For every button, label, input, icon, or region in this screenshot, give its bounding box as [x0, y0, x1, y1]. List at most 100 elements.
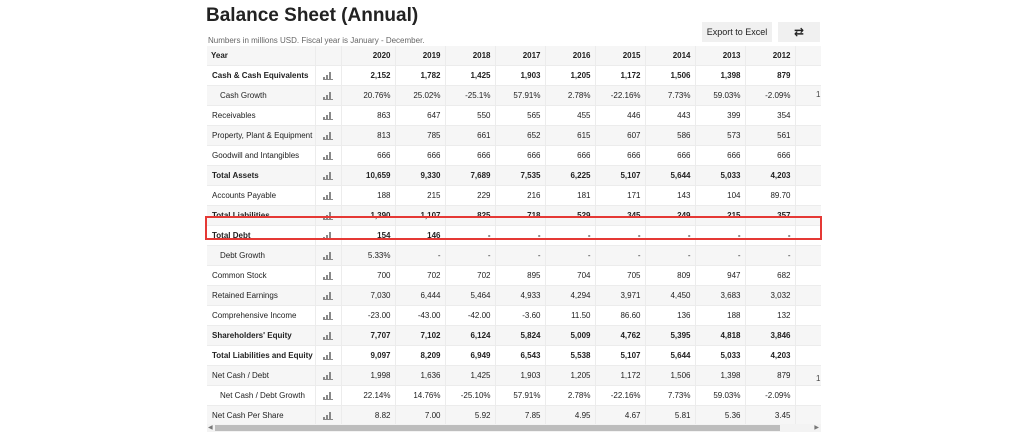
scroll-right-icon[interactable]: ▶: [814, 424, 819, 432]
table-cell: 22.14%: [341, 385, 396, 406]
chart-button[interactable]: [315, 325, 342, 346]
table-cell: 4,762: [595, 325, 646, 346]
table-cell: -: [745, 245, 796, 266]
table-cell: 4.67: [595, 405, 646, 426]
bar-chart-icon[interactable]: [323, 71, 333, 80]
chart-button[interactable]: [315, 405, 342, 426]
table-cell: 666: [645, 145, 696, 166]
total-debt-highlight-box: [205, 216, 822, 240]
bar-chart-icon[interactable]: [323, 131, 333, 140]
table-cell: -: [645, 245, 696, 266]
table-cell: 809: [645, 265, 696, 286]
bar-chart-icon[interactable]: [323, 391, 333, 400]
bar-chart-icon[interactable]: [323, 351, 333, 360]
chart-button[interactable]: [315, 145, 342, 166]
table-cell: 4,450: [645, 285, 696, 306]
year-2020-header[interactable]: 2020: [341, 46, 396, 66]
table-cell: 7.00: [395, 405, 446, 426]
chart-button[interactable]: [315, 345, 342, 366]
table-cell: 9,097: [341, 345, 396, 366]
table-cell: -: [695, 245, 746, 266]
table-cell: 1,636: [395, 365, 446, 386]
chart-button[interactable]: [315, 165, 342, 186]
table-cell: 879: [745, 365, 796, 386]
row-label: Total Liabilities and Equity: [207, 345, 316, 366]
swap-view-button[interactable]: ⇄: [778, 22, 820, 42]
bar-chart-icon[interactable]: [323, 271, 333, 280]
scrollbar-thumb[interactable]: [215, 425, 780, 431]
table-cell: 879: [745, 65, 796, 86]
table-cell: 1,903: [495, 65, 546, 86]
overflow-cell: [795, 405, 821, 426]
horizontal-scrollbar[interactable]: ◀ ▶: [207, 424, 821, 432]
chart-button[interactable]: [315, 305, 342, 326]
chart-button[interactable]: [315, 285, 342, 306]
table-cell: 666: [545, 145, 596, 166]
table-row: Property, Plant & Equipment 813 785 661 652 6…: [207, 125, 821, 146]
table-cell: 6,949: [445, 345, 496, 366]
table-row: Shareholders' Equity 7,707 7,102 6,124 5,824…: [207, 325, 821, 346]
chart-button[interactable]: [315, 365, 342, 386]
icon-column-header: [315, 46, 342, 66]
table-cell: 1,506: [645, 65, 696, 86]
table-cell: 666: [745, 145, 796, 166]
bar-chart-icon[interactable]: [323, 171, 333, 180]
bar-chart-icon[interactable]: [323, 191, 333, 200]
year-2018-header[interactable]: 2018: [445, 46, 496, 66]
year-2017-header[interactable]: 2017: [495, 46, 546, 66]
chart-button[interactable]: [315, 185, 342, 206]
table-cell: 9,330: [395, 165, 446, 186]
table-cell: 14.76%: [395, 385, 446, 406]
year-2015-header[interactable]: 2015: [595, 46, 646, 66]
bar-chart-icon[interactable]: [323, 111, 333, 120]
table-cell: 59.03%: [695, 85, 746, 106]
table-cell: 3,846: [745, 325, 796, 346]
bar-chart-icon[interactable]: [323, 291, 333, 300]
table-cell: 6,444: [395, 285, 446, 306]
table-row: Total Assets 10,659 9,330 7,689 7,535 6,225 5,…: [207, 165, 821, 186]
table-cell: 704: [545, 265, 596, 286]
table-cell: 57.91%: [495, 85, 546, 106]
row-label: Comprehensive Income: [207, 305, 316, 326]
table-cell: 8.82: [341, 405, 396, 426]
table-cell: 5,107: [595, 165, 646, 186]
chart-button[interactable]: [315, 105, 342, 126]
bar-chart-icon[interactable]: [323, 371, 333, 380]
table-cell: 705: [595, 265, 646, 286]
table-cell: 5,009: [545, 325, 596, 346]
chart-button[interactable]: [315, 85, 342, 106]
export-to-excel-button[interactable]: Export to Excel: [702, 22, 772, 42]
chart-button[interactable]: [315, 265, 342, 286]
bar-chart-icon[interactable]: [323, 311, 333, 320]
table-cell: 615: [545, 125, 596, 146]
chart-button[interactable]: [315, 65, 342, 86]
chart-button[interactable]: [315, 125, 342, 146]
table-cell: 4.95: [545, 405, 596, 426]
overflow-cell: [795, 125, 821, 146]
table-cell: 5,033: [695, 165, 746, 186]
table-row: Accounts Payable 188 215 229 216 181 171 143 104…: [207, 185, 821, 206]
year-2019-header[interactable]: 2019: [395, 46, 446, 66]
bar-chart-icon[interactable]: [323, 151, 333, 160]
table-cell: 2.78%: [545, 385, 596, 406]
year-2016-header[interactable]: 2016: [545, 46, 596, 66]
year-2014-header[interactable]: 2014: [645, 46, 696, 66]
table-cell: 446: [595, 105, 646, 126]
bar-chart-icon[interactable]: [323, 91, 333, 100]
table-cell: 1,398: [695, 65, 746, 86]
scroll-left-icon[interactable]: ◀: [208, 424, 213, 432]
bar-chart-icon[interactable]: [323, 411, 333, 420]
year-2013-header[interactable]: 2013: [695, 46, 746, 66]
table-cell: 666: [495, 145, 546, 166]
table-cell: 86.60: [595, 305, 646, 326]
table-cell: 5,824: [495, 325, 546, 346]
chart-button[interactable]: [315, 385, 342, 406]
table-row: Total Liabilities and Equity 9,097 8,209 6,…: [207, 345, 821, 366]
bar-chart-icon[interactable]: [323, 251, 333, 260]
chart-button[interactable]: [315, 245, 342, 266]
overflow-cell: [795, 305, 821, 326]
bar-chart-icon[interactable]: [323, 331, 333, 340]
year-2012-header[interactable]: 2012: [745, 46, 796, 66]
table-cell: 143: [645, 185, 696, 206]
table-cell: 89.70: [745, 185, 796, 206]
